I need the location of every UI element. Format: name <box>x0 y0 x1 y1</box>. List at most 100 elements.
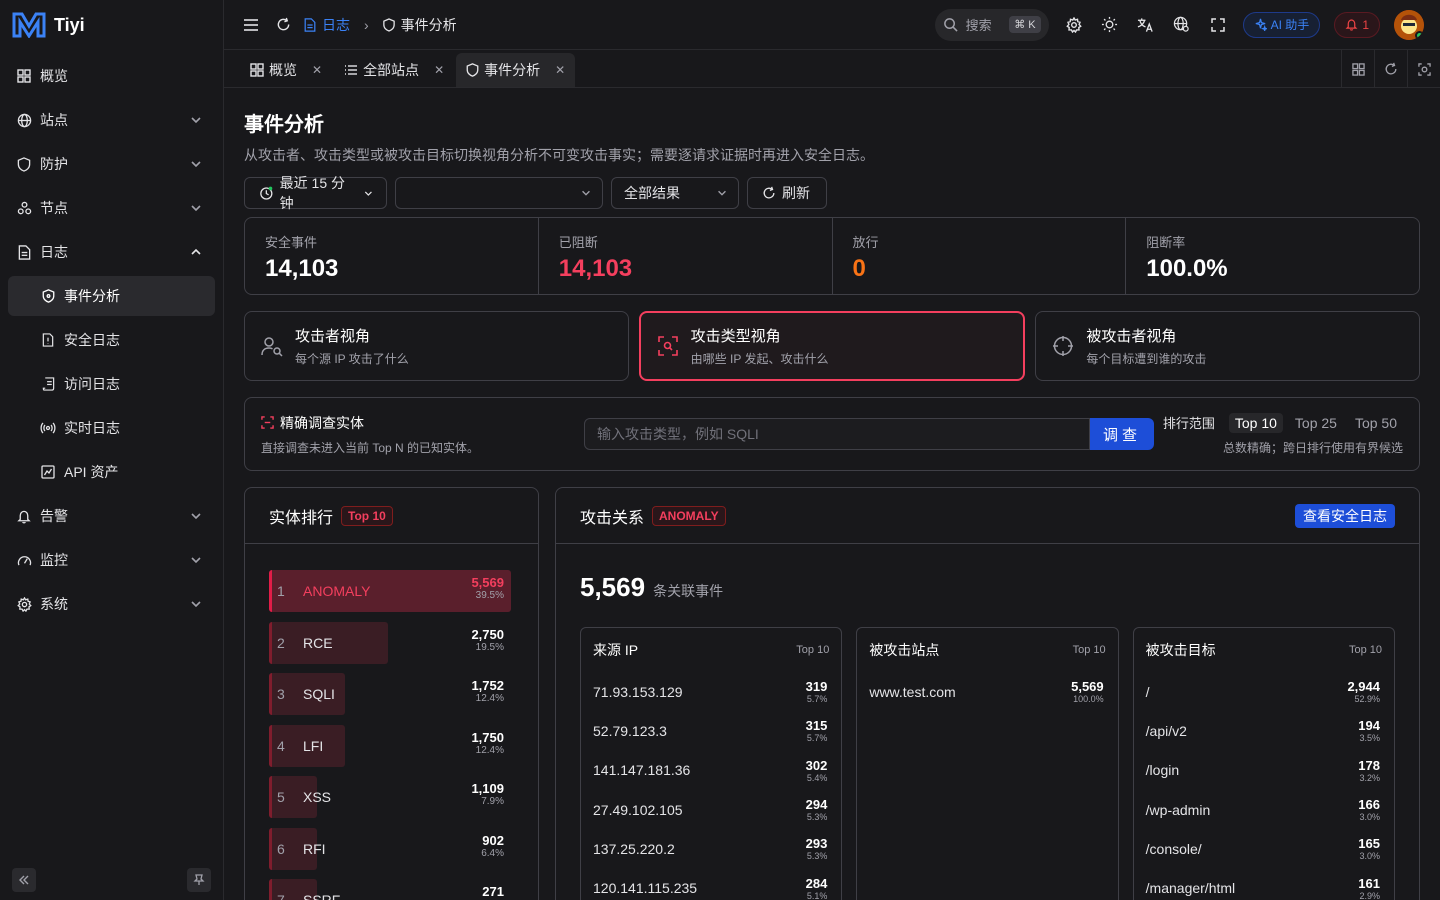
logo[interactable]: Tiyi <box>0 0 223 50</box>
perspective-target[interactable]: 被攻击者视角 每个目标遭到谁的攻击 <box>1035 311 1421 381</box>
settings-button[interactable] <box>1063 14 1085 36</box>
investigate-title-text: 精确调查实体 <box>280 414 364 431</box>
relation-row[interactable]: www.test.com 5,569 100.0% <box>857 672 1117 711</box>
refresh-icon <box>277 17 289 31</box>
reload-button[interactable] <box>272 14 294 36</box>
sidebar-item-monitor[interactable]: 监控 <box>8 540 215 580</box>
rank-count-pct: 39.5% <box>475 590 504 601</box>
relation-row[interactable]: / 2,944 52.9% <box>1134 672 1394 711</box>
relation-row-pct: 3.5% <box>1359 733 1380 744</box>
sidebar-item-overview[interactable]: 概览 <box>8 56 215 96</box>
time-range-select[interactable]: 最近 15 分钟 <box>244 175 387 211</box>
sidebar-item-protection[interactable]: 防护 <box>8 144 215 184</box>
tab-event-analysis[interactable]: 事件分析 ✕ <box>456 53 576 87</box>
relation-row[interactable]: /login 178 3.2% <box>1134 751 1394 790</box>
sidebar-item-logs[interactable]: 日志 <box>8 232 215 272</box>
relation-row-name: 120.141.115.235 <box>593 880 698 897</box>
perspective-title: 攻击者视角 <box>295 328 371 345</box>
time-range-value: 最近 15 分钟 <box>279 175 346 211</box>
relation-row[interactable]: /api/v2 194 3.5% <box>1134 711 1394 750</box>
rank-option-top25[interactable]: Top 25 <box>1289 413 1343 433</box>
sparkle-icon <box>1255 18 1267 31</box>
investigate-input[interactable]: 输入攻击类型，例如 SQLI <box>584 418 1090 450</box>
tab-layout-button[interactable] <box>1341 50 1374 88</box>
relation-row[interactable]: 52.79.123.3 315 5.7% <box>581 711 841 750</box>
close-icon[interactable]: ✕ <box>434 63 444 77</box>
gear-icon <box>1065 16 1082 33</box>
sidebar-item-security-log[interactable]: 安全日志 <box>8 320 215 360</box>
stat-value: 0 <box>852 255 866 282</box>
sidebar-item-realtime-log[interactable]: 实时日志 <box>8 408 215 448</box>
rank-option-top10[interactable]: Top 10 <box>1228 412 1283 433</box>
tab-refresh-button[interactable] <box>1374 50 1407 88</box>
sidebar-item-nodes[interactable]: 节点 <box>8 188 215 228</box>
relation-row-pct: 5.7% <box>806 694 828 705</box>
relation-row-count: 161 2.9% <box>1358 876 1380 900</box>
close-icon[interactable]: ✕ <box>312 63 322 77</box>
rank-count-pct: 6.4% <box>481 847 504 859</box>
sidebar-item-api-assets[interactable]: API 资产 <box>8 452 215 492</box>
stat-value: 14,103 <box>265 255 339 282</box>
collapse-sidebar-button[interactable] <box>12 868 36 892</box>
close-icon[interactable]: ✕ <box>555 63 565 77</box>
relation-row[interactable]: /wp-admin 166 3.0% <box>1134 790 1394 829</box>
global-search[interactable]: 搜索 ⌘ K <box>934 8 1049 41</box>
investigate-button[interactable]: 调查 <box>1090 418 1154 450</box>
theme-toggle-button[interactable] <box>1099 14 1121 36</box>
perspective-attack-type[interactable]: 攻击类型视角 由哪些 IP 发起、攻击什么 <box>638 311 1026 381</box>
relation-row[interactable]: /manager/html 161 2.9% <box>1134 868 1394 900</box>
sidebar-item-sites[interactable]: 站点 <box>8 100 215 140</box>
fullscreen-button[interactable] <box>1207 14 1229 36</box>
rank-count-pct: 7.9% <box>481 796 504 807</box>
sidebar-item-alerts[interactable]: 告警 <box>8 496 215 536</box>
notifications-button[interactable]: 1 <box>1334 11 1380 38</box>
relation-row-pct: 5.4% <box>806 772 828 783</box>
site-select[interactable] <box>395 177 603 209</box>
relation-row[interactable]: 71.93.153.129 319 5.7% <box>581 672 841 711</box>
network-button[interactable] <box>1171 14 1193 36</box>
relation-row[interactable]: 120.141.115.235 284 5.1% <box>581 868 841 900</box>
entity-rank-item[interactable]: 4 LFI 1,750 12.4% <box>269 724 514 767</box>
stat-blocked: 已阻断 14,103 <box>539 218 833 294</box>
sidebar-item-access-log[interactable]: 访问日志 <box>8 364 215 404</box>
relation-row[interactable]: 137.25.220.2 293 5.3% <box>581 829 841 868</box>
relation-row[interactable]: /console/165 3.0% <box>1134 829 1394 868</box>
relation-row-count: 165 3.0% <box>1358 836 1380 861</box>
relation-row-pct: 5.7% <box>806 733 828 744</box>
entity-rank-item[interactable]: 1 ANOMALY 5,569 39.5% <box>269 570 514 612</box>
sidebar-item-event-analysis[interactable]: 事件分析 <box>8 276 215 316</box>
relation-row[interactable]: 27.49.102.105 294 5.3% <box>581 790 841 829</box>
relation-row-name: www.test.com <box>869 683 956 700</box>
refresh-label: 刷新 <box>782 185 810 201</box>
language-button[interactable] <box>1135 14 1157 36</box>
rank-name: LFI <box>303 737 324 754</box>
perspective-sub: 由哪些 IP 发起、攻击什么 <box>690 352 829 366</box>
entity-rank-item[interactable]: 7 SSRF 271 <box>269 879 514 900</box>
view-security-log-button[interactable]: 查看安全日志 <box>1295 503 1395 528</box>
tab-all-sites[interactable]: 全部站点 ✕ <box>334 53 454 87</box>
entity-rank-item[interactable]: 2 RCE 2,750 19.5% <box>269 621 514 664</box>
rank-option-top50[interactable]: Top 50 <box>1349 413 1403 433</box>
ai-assistant-button[interactable]: AI 助手 <box>1242 11 1321 38</box>
tab-screenshot-button[interactable] <box>1407 50 1440 88</box>
relation-row-count-value: 161 <box>1358 875 1380 891</box>
sidebar-footer <box>12 868 211 892</box>
entity-rank-item[interactable]: 3 SQLI 1,752 12.4% <box>269 673 514 715</box>
sidebar-item-system[interactable]: 系统 <box>8 584 215 624</box>
result-select[interactable]: 全部结果 <box>611 177 739 209</box>
entity-rank-item[interactable]: 6 RFI 902 6.4% <box>269 827 514 870</box>
rank-range-note: 总数精确；跨日排行使用有界候选 <box>1222 440 1403 455</box>
relation-row-count-value: 5,569 <box>1071 679 1104 695</box>
tab-overview[interactable]: 概览 ✕ <box>240 53 332 87</box>
relation-row-count: 294 5.3% <box>806 797 828 822</box>
breadcrumb-logs[interactable]: 日志 <box>322 15 350 35</box>
relation-row-count-value: 2,944 <box>1347 679 1380 695</box>
entity-rank-item[interactable]: 5 XSS 1,109 7.9% <box>269 776 514 818</box>
user-avatar[interactable] <box>1394 9 1424 40</box>
main-area: 日志 › 事件分析 搜索 ⌘ K AI 助手 1 概览 ✕ 全部站点 ✕ 事件分… <box>224 0 1440 900</box>
relation-row[interactable]: 141.147.181.36 302 5.4% <box>581 751 841 790</box>
perspective-attacker[interactable]: 攻击者视角 每个源 IP 攻击了什么 <box>244 311 629 381</box>
menu-toggle-button[interactable] <box>240 14 262 36</box>
pin-sidebar-button[interactable] <box>187 868 211 892</box>
refresh-button[interactable]: 刷新 <box>747 177 827 209</box>
